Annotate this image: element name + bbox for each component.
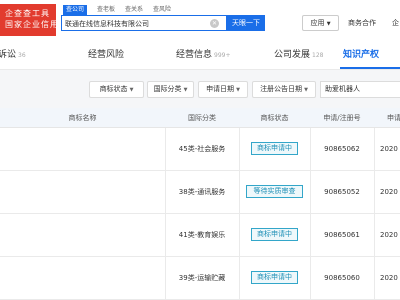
header-trademark-name: 商标名称 <box>68 114 97 122</box>
status-filter[interactable]: 商标状态 ▼ <box>89 81 144 98</box>
tab-business-info[interactable]: 经营信息 999+ <box>176 40 231 70</box>
reg-no-cell: 90865060 <box>324 274 360 282</box>
apply-date-filter-label: 申请日期 <box>206 85 235 93</box>
column-divider <box>374 214 375 256</box>
date-cell: 2020 <box>380 231 398 239</box>
app-menu-button[interactable]: 应用 ▼ <box>302 15 339 31</box>
status-badge: 等待实质审查 <box>246 185 303 198</box>
class-filter-label: 国际分类 <box>153 85 182 93</box>
tab-business-risk-label: 经营风险 <box>88 50 125 60</box>
caret-down-icon: ▼ <box>304 87 308 93</box>
apply-date-filter[interactable]: 申请日期 ▼ <box>198 81 248 98</box>
tab-company-development-count: 128 <box>312 52 324 59</box>
caret-down-icon: ▼ <box>236 87 240 93</box>
column-divider <box>239 171 240 213</box>
column-divider <box>239 257 240 299</box>
active-tab-indicator <box>340 67 400 69</box>
table-row[interactable]: 39类-运输贮藏 商标申请中 90865060 2020 <box>0 257 400 300</box>
page: { "logo": { "line1": "企查查工具", "line2": "… <box>0 0 400 300</box>
tab-litigation-count: 36 <box>18 52 26 59</box>
search-type-tabs: 查公司 查老板 查关系 查风险 <box>63 5 171 15</box>
tab-relation[interactable]: 查关系 <box>125 5 143 15</box>
search-input[interactable] <box>65 18 205 29</box>
header-status: 商标状态 <box>260 114 289 122</box>
reg-no-cell: 90865052 <box>324 188 360 196</box>
logo-line2: 国家企业信用信息公示系统 <box>5 20 56 29</box>
column-divider <box>374 171 375 213</box>
tab-business-info-label: 经营信息 <box>176 50 213 60</box>
table-row[interactable]: 38类-通讯服务 等待实质审查 90865052 2020 <box>0 171 400 214</box>
announce-date-filter-label: 注册公告日期 <box>260 85 303 93</box>
tab-company-development[interactable]: 公司发展 128 <box>274 40 323 70</box>
column-divider <box>374 128 375 170</box>
status-badge: 商标申请中 <box>251 228 298 241</box>
tab-litigation[interactable]: 诉讼 36 <box>0 40 26 70</box>
class-cell: 45类-社会服务 <box>178 145 226 153</box>
tab-business-risk[interactable]: 经营风险 <box>88 40 124 70</box>
business-cooperation-link[interactable]: 商务合作 <box>348 15 376 31</box>
reg-no-cell: 90865062 <box>324 145 360 153</box>
tab-company[interactable]: 查公司 <box>63 5 88 15</box>
class-cell: 41类-教育娱乐 <box>178 231 226 239</box>
class-cell: 38类-通讯服务 <box>178 188 226 196</box>
status-badge: 商标申请中 <box>251 271 298 284</box>
caret-down-icon: ▼ <box>183 87 188 93</box>
tab-business-info-count: 999+ <box>214 52 231 59</box>
class-filter[interactable]: 国际分类 ▼ <box>147 81 194 98</box>
tab-litigation-label: 诉讼 <box>0 50 17 60</box>
logo-line1: 企查查工具 <box>5 9 50 18</box>
header-class: 国际分类 <box>188 114 216 122</box>
top-header: 企查查工具 国家企业信用信息公示系统 查公司 查老板 查关系 查风险 ✕ 天眼一… <box>0 0 400 40</box>
status-badge: 商标申请中 <box>251 142 298 155</box>
enterprise-link[interactable]: 企 <box>392 15 399 31</box>
column-divider <box>374 257 375 299</box>
header-reg-no: 申请/注册号 <box>323 114 361 122</box>
header-date: 申请 <box>387 114 400 122</box>
class-cell: 39类-运输贮藏 <box>178 274 226 282</box>
announce-date-filter[interactable]: 注册公告日期 ▼ <box>252 81 316 98</box>
tab-intellectual-property-label: 知识产权 <box>343 50 380 60</box>
search-button[interactable]: 天眼一下 <box>227 15 265 31</box>
status-filter-label: 商标状态 <box>99 85 128 93</box>
category-tabs: 诉讼 36 经营风险 经营信息 999+ 公司发展 128 知识产权 <box>0 40 400 70</box>
app-menu-label: 应用 <box>310 19 325 27</box>
search-box: ✕ <box>61 15 227 31</box>
table-row[interactable]: 45类-社会服务 商标申请中 90865062 2020 <box>0 128 400 171</box>
filter-bar: 商标状态 ▼ 国际分类 ▼ 申请日期 ▼ 注册公告日期 ▼ 助爱机器人 <box>0 70 400 108</box>
tab-intellectual-property[interactable]: 知识产权 <box>343 40 379 70</box>
keyword-filter-input[interactable]: 助爱机器人 <box>320 81 400 98</box>
logo[interactable]: 企查查工具 国家企业信用信息公示系统 <box>0 4 56 36</box>
tab-boss[interactable]: 查老板 <box>97 5 115 15</box>
column-divider <box>239 128 240 170</box>
table-header: 商标名称 国际分类 商标状态 申请/注册号 申请 <box>0 108 400 128</box>
tab-company-development-label: 公司发展 <box>274 50 311 60</box>
date-cell: 2020 <box>380 145 398 153</box>
date-cell: 2020 <box>380 188 398 196</box>
tab-risk[interactable]: 查风险 <box>153 5 171 15</box>
date-cell: 2020 <box>380 274 398 282</box>
clear-icon[interactable]: ✕ <box>210 19 219 28</box>
column-divider <box>239 214 240 256</box>
reg-no-cell: 90865061 <box>324 231 360 239</box>
caret-down-icon: ▼ <box>326 21 331 27</box>
table-row[interactable]: 41类-教育娱乐 商标申请中 90865061 2020 <box>0 214 400 257</box>
caret-down-icon: ▼ <box>129 87 134 93</box>
